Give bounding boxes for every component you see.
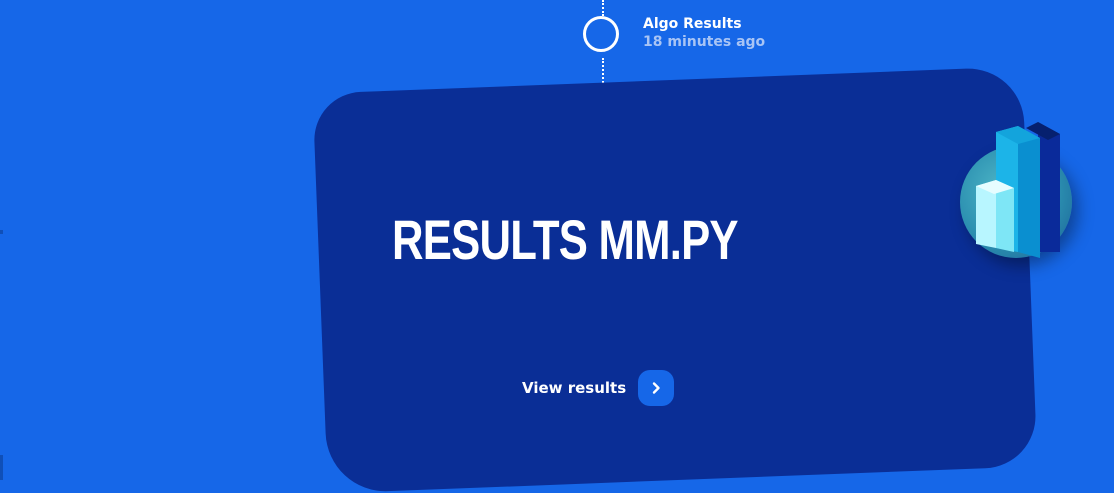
timeline-connector (602, 0, 604, 16)
event-title: Algo Results (643, 16, 742, 32)
edge-mark (0, 455, 3, 480)
view-results-label[interactable]: View results (522, 379, 626, 397)
bar-chart-3d-icon (976, 122, 1060, 258)
result-card (312, 66, 1038, 493)
chevron-right-icon (652, 382, 660, 394)
card-title: RESULTS MM.PY (392, 208, 739, 271)
view-results-link[interactable]: View results (522, 370, 675, 406)
event-timestamp: 18 minutes ago (643, 33, 766, 50)
timeline-node (583, 16, 619, 52)
view-results-button[interactable] (638, 370, 675, 406)
edge-mark (0, 230, 3, 234)
timeline-event-meta: Algo Results 18 minutes ago (643, 16, 765, 51)
chart-badge (956, 112, 1076, 272)
